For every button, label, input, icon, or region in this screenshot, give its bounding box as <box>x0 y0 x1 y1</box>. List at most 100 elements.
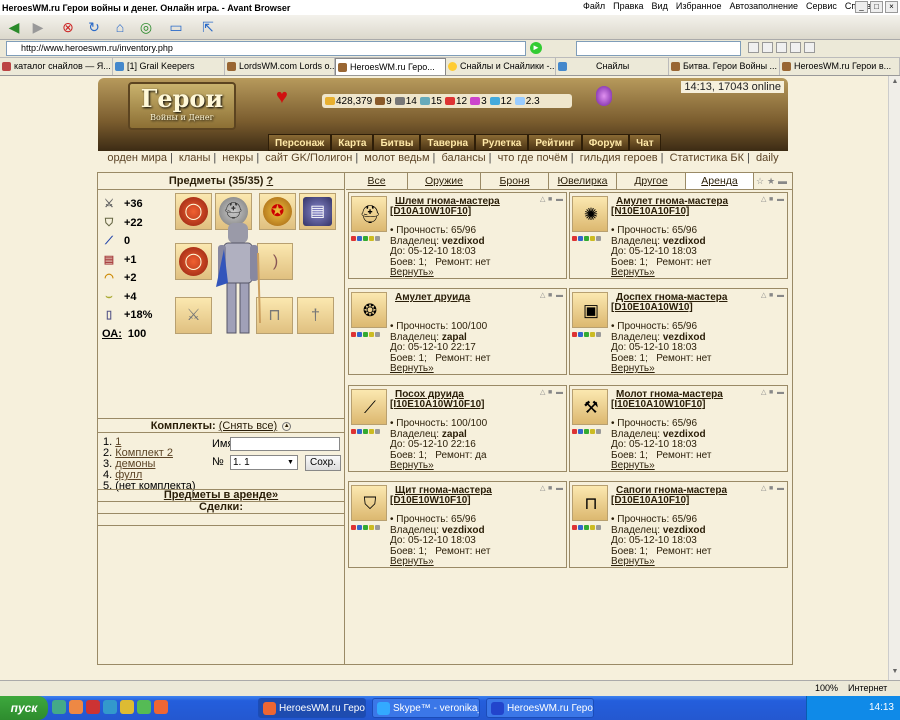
tab-rent[interactable]: Аренда <box>686 173 754 189</box>
link-order-mira[interactable]: орден мира <box>107 152 167 164</box>
return-item-link[interactable]: Вернуть» <box>611 556 655 567</box>
app-icon[interactable] <box>69 700 83 714</box>
return-item-link[interactable]: Вернуть» <box>611 363 655 374</box>
item-image[interactable]: ⊓ <box>572 485 608 521</box>
refresh-icon[interactable]: ↻ <box>84 18 104 36</box>
star-icon[interactable]: ■ <box>548 389 555 396</box>
link-clans[interactable]: кланы <box>179 152 210 164</box>
stack-icon[interactable]: ▬ <box>556 292 563 299</box>
minimize-icon[interactable]: _ <box>855 1 868 13</box>
slot-weapon[interactable]: ⚔ <box>175 297 212 334</box>
item-image[interactable]: ❂ <box>351 292 387 328</box>
item-image[interactable]: ⟋ <box>351 389 387 425</box>
star-icon[interactable]: ■ <box>548 196 555 203</box>
tab-armor[interactable]: Броня <box>481 173 549 189</box>
item-owner[interactable]: vezdixod <box>663 525 706 536</box>
menu-tools[interactable]: Сервис <box>806 1 837 11</box>
item-image[interactable]: ⚒ <box>572 389 608 425</box>
start-button[interactable]: пуск <box>0 696 48 720</box>
unequip-all-link[interactable]: (Снять все) <box>219 420 277 432</box>
menu-file[interactable]: Файл <box>583 1 605 11</box>
star-icon[interactable]: ■ <box>548 292 555 299</box>
link-witch-hammer[interactable]: молот ведьм <box>364 152 429 164</box>
browser-tab[interactable]: [1] Grail Keepers <box>113 58 225 75</box>
tab-weapons[interactable]: Оружие <box>408 173 481 189</box>
stack-icon[interactable]: ▬ <box>777 485 784 492</box>
app-icon[interactable] <box>86 700 100 714</box>
star-outline-icon[interactable]: ☆ <box>756 176 766 186</box>
back-icon[interactable]: ◀ <box>4 18 24 36</box>
app-icon[interactable] <box>103 700 117 714</box>
slot-medal[interactable]: ✪ <box>259 193 296 230</box>
page-icon[interactable] <box>776 42 787 53</box>
stack-icon[interactable]: ▬ <box>777 292 784 299</box>
game-logo[interactable]: Герои Войны и Денег <box>128 82 236 130</box>
menu-favorites[interactable]: Избранное <box>676 1 722 11</box>
browser-tab[interactable]: каталог снайлов — Я... <box>0 58 113 75</box>
nav-battles[interactable]: Битвы <box>373 134 421 151</box>
slot-ring-2[interactable]: ◯ <box>175 243 212 280</box>
slot-book[interactable]: ▤ <box>299 193 336 230</box>
item-name-link[interactable]: Амулет друида <box>395 292 470 303</box>
item-owner[interactable]: zapal <box>442 332 467 343</box>
vertical-scrollbar[interactable]: ▲ ▼ <box>888 76 900 680</box>
item-image[interactable]: ⛑ <box>351 196 387 232</box>
nav-map[interactable]: Карта <box>331 134 374 151</box>
return-item-link[interactable]: Вернуть» <box>390 267 434 278</box>
item-image[interactable]: ⛉ <box>351 485 387 521</box>
item-code-link[interactable]: [D10E10W10F10] <box>390 495 471 506</box>
nav-forum[interactable]: Форум <box>581 134 630 151</box>
task-heroeswm-2[interactable]: HeroesWM.ru Геро... <box>486 698 594 718</box>
tile-icon[interactable] <box>790 42 801 53</box>
mark-icon[interactable]: △ <box>540 485 547 492</box>
nav-roulette[interactable]: Рулетка <box>475 134 529 151</box>
mark-icon[interactable]: △ <box>540 389 547 396</box>
stack-icon[interactable]: ▬ <box>777 196 784 203</box>
link-balances[interactable]: балансы <box>441 152 485 164</box>
save-set-button[interactable]: Сохр. <box>305 455 341 471</box>
zoom-level[interactable]: 100% <box>815 683 838 693</box>
return-item-link[interactable]: Вернуть» <box>390 363 434 374</box>
scroll-down-icon[interactable]: ▼ <box>890 668 900 678</box>
nav-chat[interactable]: Чат <box>629 134 661 151</box>
app-icon[interactable] <box>52 700 66 714</box>
scroll-up-icon[interactable]: ▲ <box>890 78 900 88</box>
item-image[interactable]: ✺ <box>572 196 608 232</box>
star-icon[interactable]: ★ <box>767 176 777 186</box>
browser-tab[interactable]: LordsWM.com Lords o... <box>225 58 335 75</box>
return-item-link[interactable]: Вернуть» <box>611 267 655 278</box>
item-code-link[interactable]: [I10E10A10W10F10] <box>390 399 485 410</box>
item-owner[interactable]: vezdixod <box>442 525 485 536</box>
task-skype[interactable]: Skype™ - veronika_... <box>372 698 480 718</box>
app-icon[interactable] <box>154 700 168 714</box>
go-icon[interactable]: ► <box>530 42 542 54</box>
tab-other[interactable]: Другое <box>617 173 686 189</box>
item-owner[interactable]: vezdixod <box>442 236 485 247</box>
slot-offhand[interactable]: † <box>297 297 334 334</box>
url-input[interactable]: http://www.heroeswm.ru/inventory.php <box>6 41 526 56</box>
stack-icon[interactable]: ▬ <box>556 485 563 492</box>
return-item-link[interactable]: Вернуть» <box>611 460 655 471</box>
mark-icon[interactable]: △ <box>540 196 547 203</box>
window-icon[interactable]: ▭ <box>166 18 186 36</box>
search-input[interactable] <box>576 41 741 56</box>
browser-tab-active[interactable]: HeroesWM.ru Геро... <box>335 58 446 75</box>
mark-icon[interactable]: △ <box>761 389 768 396</box>
link-gk-site[interactable]: сайт GK/Полигон <box>265 152 352 164</box>
nav-rating[interactable]: Рейтинг <box>528 134 582 151</box>
mark-icon[interactable]: △ <box>761 292 768 299</box>
search-option-icon[interactable] <box>748 42 759 53</box>
collapse-icon[interactable]: ▲ <box>282 421 292 431</box>
stack-icon[interactable]: ▬ <box>777 389 784 396</box>
item-owner[interactable]: vezdixod <box>663 236 706 247</box>
tab-jewelry[interactable]: Ювелирка <box>549 173 617 189</box>
star-icon[interactable]: ■ <box>769 292 776 299</box>
item-owner[interactable]: vezdixod <box>663 429 706 440</box>
star-icon[interactable]: ■ <box>769 485 776 492</box>
mark-icon[interactable]: △ <box>540 292 547 299</box>
menu-autofill[interactable]: Автозаполнение <box>729 1 798 11</box>
app-icon[interactable] <box>120 700 134 714</box>
set-number-select[interactable]: 1. 1 ▼ <box>230 455 298 470</box>
stack-icon[interactable]: ▬ <box>556 196 563 203</box>
maximize-icon[interactable]: □ <box>870 1 883 13</box>
